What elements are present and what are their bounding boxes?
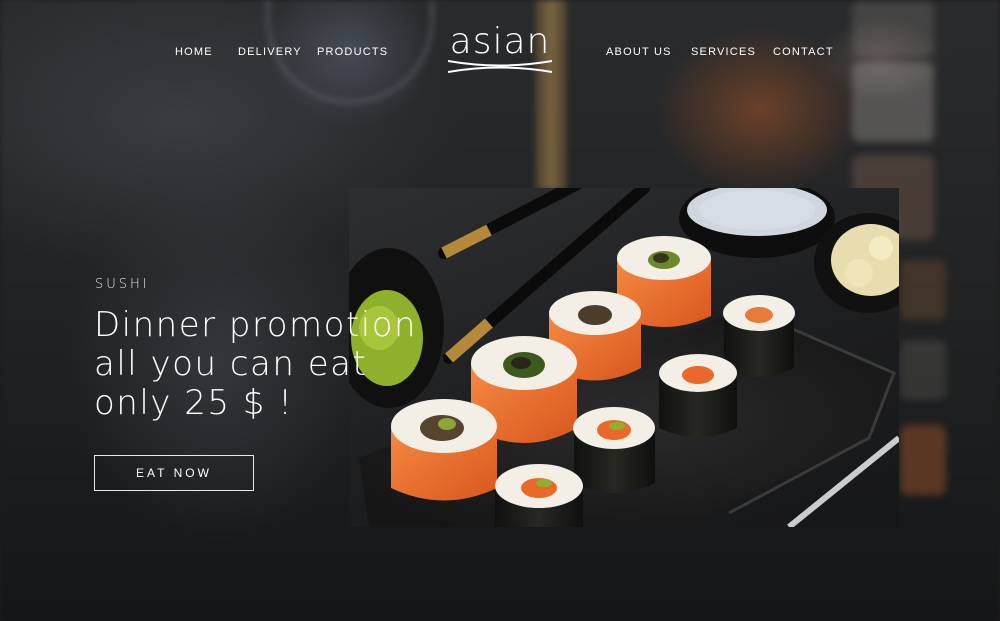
blurred-sushi [900, 260, 946, 320]
hero-title-line: only 25 $ ! [94, 383, 294, 423]
nav-about-us[interactable]: ABOUT US [606, 46, 672, 58]
nav-delivery[interactable]: DELIVERY [238, 46, 302, 58]
brand-logo[interactable]: asian [448, 21, 552, 78]
hero-title: Dinner promotion all you can eat only 25… [94, 306, 474, 423]
chopsticks-logo-icon [448, 60, 552, 73]
main-navigation: HOME DELIVERY PRODUCTS asian ABOUT US SE… [0, 0, 1000, 105]
hero-title-line: Dinner promotion [94, 305, 418, 345]
blurred-sushi [900, 340, 946, 400]
eat-now-button[interactable]: EAT NOW [94, 455, 254, 491]
nav-contact[interactable]: CONTACT [773, 46, 834, 58]
nav-products[interactable]: PRODUCTS [317, 46, 388, 58]
nav-services[interactable]: SERVICES [691, 46, 756, 58]
nav-home[interactable]: HOME [175, 46, 213, 58]
hero-title-line: all you can eat [94, 344, 368, 384]
hero-kicker: SUSHI [95, 277, 150, 292]
blurred-sushi [900, 425, 946, 495]
